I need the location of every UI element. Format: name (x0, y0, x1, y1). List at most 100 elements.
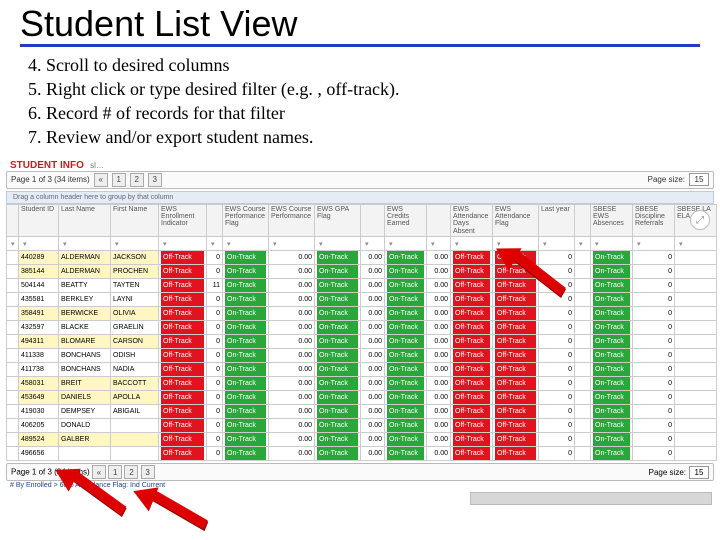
pager-page-1[interactable]: 1 (112, 173, 126, 187)
instruction-list: 4. Scroll to desired columns 5. Right cl… (0, 53, 720, 160)
page-size-label: Page size: (648, 175, 685, 184)
column-filter-cell[interactable]: ▾ (493, 237, 539, 251)
column-filter-cell[interactable]: ▾ (269, 237, 315, 251)
column-filter-cell[interactable]: ▾ (575, 237, 591, 251)
cell: 0.00 (269, 391, 315, 405)
table-row[interactable]: 432597BLACKEGRAELINOff-Track0On-Track0.0… (7, 321, 717, 335)
cell: 0.00 (427, 251, 451, 265)
column-header[interactable]: Last Name (59, 204, 111, 236)
pager-first-icon[interactable]: « (94, 173, 108, 187)
cell: On-Track (315, 349, 361, 363)
column-filter-cell[interactable]: ▾ (315, 237, 361, 251)
table-row[interactable]: 504144BEATTYTAYTENOff-Track11On-Track0.0… (7, 279, 717, 293)
cell: OLIVIA (111, 307, 159, 321)
column-header[interactable] (575, 204, 591, 236)
column-header[interactable]: Student ID (19, 204, 59, 236)
table-row[interactable]: 440289ALDERMANJACKSONOff-Track0On-Track0… (7, 251, 717, 265)
student-grid: Student IDLast NameFirst NameEWS Enrollm… (6, 204, 717, 461)
cell: 0.00 (427, 349, 451, 363)
column-header[interactable] (427, 204, 451, 236)
cell: BREIT (59, 377, 111, 391)
cell: Off-Track (159, 293, 207, 307)
column-header[interactable]: First Name (111, 204, 159, 236)
pager-page-3-b[interactable]: 3 (141, 465, 155, 479)
column-filter-cell[interactable]: ▾ (207, 237, 223, 251)
column-header[interactable]: EWS Credits Earned (385, 204, 427, 236)
column-filter-cell[interactable]: ▾ (675, 237, 717, 251)
column-header[interactable]: EWS Attendance Days Absent (451, 204, 493, 236)
column-filter-cell[interactable]: ▾ (361, 237, 385, 251)
cell: 0 (633, 307, 675, 321)
group-by-bar[interactable]: Drag a column header here to group by th… (6, 191, 714, 204)
cell: Off-Track (159, 321, 207, 335)
column-header[interactable]: EWS Enrollment Indicator (159, 204, 207, 236)
column-filter-cell[interactable]: ▾ (633, 237, 675, 251)
table-row[interactable]: 435581BERKLEYLAYNIOff-Track0On-Track0.00… (7, 293, 717, 307)
cell: Off-Track (159, 363, 207, 377)
cell: 0 (207, 251, 223, 265)
column-header[interactable] (7, 204, 19, 236)
column-filter-cell[interactable]: ▾ (159, 237, 207, 251)
cell: Off-Track (493, 419, 539, 433)
page-size-value[interactable]: 15 (689, 173, 709, 186)
cell: 0.00 (361, 419, 385, 433)
column-header[interactable]: EWS Course Performance Flag (223, 204, 269, 236)
pager-bottom: Page 1 of 3 (34 items) « 1 2 3 Page size… (6, 463, 714, 481)
column-header[interactable]: SBESE EWS Absences (591, 204, 633, 236)
cell: Off-Track (159, 307, 207, 321)
column-filter-cell[interactable]: ▾ (591, 237, 633, 251)
instruction-4: 4. Scroll to desired columns (28, 53, 692, 77)
table-row[interactable]: 494311BLOMARECARSONOff-Track0On-Track0.0… (7, 335, 717, 349)
table-row[interactable]: 411338BONCHANSODISHOff-Track0On-Track0.0… (7, 349, 717, 363)
table-row[interactable]: 489524GALBEROff-Track0On-Track0.00On-Tra… (7, 433, 717, 447)
column-filter-cell[interactable]: ▾ (59, 237, 111, 251)
cell: Off-Track (451, 419, 493, 433)
pager-page-1-b[interactable]: 1 (108, 465, 122, 479)
cell: DONALD (59, 419, 111, 433)
column-header[interactable]: EWS Course Performance (269, 204, 315, 236)
cell: 0.00 (361, 279, 385, 293)
chart-icon[interactable]: ⤢ (690, 210, 710, 230)
pager-first-icon-b[interactable]: « (92, 465, 106, 479)
table-row[interactable]: 496656Off-Track0On-Track0.00On-Track0.00… (7, 447, 717, 461)
column-filter-cell[interactable]: ▾ (427, 237, 451, 251)
column-filter-cell[interactable]: ▾ (385, 237, 427, 251)
column-filter-cell[interactable]: ▾ (111, 237, 159, 251)
table-row[interactable]: 358491BERWICKEOLIVIAOff-Track0On-Track0.… (7, 307, 717, 321)
table-row[interactable]: 406205DONALDOff-Track0On-Track0.00On-Tra… (7, 419, 717, 433)
column-header[interactable] (207, 204, 223, 236)
table-row[interactable]: 411738BONCHANSNADIAOff-Track0On-Track0.0… (7, 363, 717, 377)
cell: 0 (539, 363, 575, 377)
cell: On-Track (223, 447, 269, 461)
column-filter-cell[interactable]: ▾ (539, 237, 575, 251)
page-size-value-b[interactable]: 15 (689, 466, 709, 479)
pager-page-2-b[interactable]: 2 (124, 465, 138, 479)
cell: 0 (539, 419, 575, 433)
horizontal-scrollbar[interactable] (470, 492, 712, 505)
pager-page-3[interactable]: 3 (148, 173, 162, 187)
column-header[interactable]: SBESE Discipline Referrals (633, 204, 675, 236)
column-header[interactable]: EWS Attendance Flag (493, 204, 539, 236)
column-filter-cell[interactable]: ▾ (451, 237, 493, 251)
table-row[interactable]: 385144ALDERMANPROCHENOff-Track0On-Track0… (7, 265, 717, 279)
column-header[interactable] (361, 204, 385, 236)
table-row[interactable]: 458031BREITBACCOTTOff-Track0On-Track0.00… (7, 377, 717, 391)
cell: ALDERMAN (59, 265, 111, 279)
cell: Off-Track (159, 433, 207, 447)
pager-page-2[interactable]: 2 (130, 173, 144, 187)
pager-top: Page 1 of 3 (34 items) « 1 2 3 Page size… (6, 171, 714, 189)
column-header[interactable]: EWS GPA Flag (315, 204, 361, 236)
column-filter-cell[interactable]: ▾ (223, 237, 269, 251)
cell: NADIA (111, 363, 159, 377)
column-filter-cell[interactable]: ▾ (7, 237, 19, 251)
table-row[interactable]: 419030DEMPSEYABIGAILOff-Track0On-Track0.… (7, 405, 717, 419)
cell: 0.00 (361, 307, 385, 321)
column-header[interactable]: Last year (539, 204, 575, 236)
table-row[interactable]: 453649DANIELSAPOLLAOff-Track0On-Track0.0… (7, 391, 717, 405)
cell: 411338 (19, 349, 59, 363)
student-table-panel: STUDENT INFO sl… ⤢ Page 1 of 3 (34 items… (0, 160, 720, 490)
column-filter-cell[interactable]: ▾ (19, 237, 59, 251)
cell (675, 279, 717, 293)
cell: On-Track (591, 307, 633, 321)
cell (675, 433, 717, 447)
